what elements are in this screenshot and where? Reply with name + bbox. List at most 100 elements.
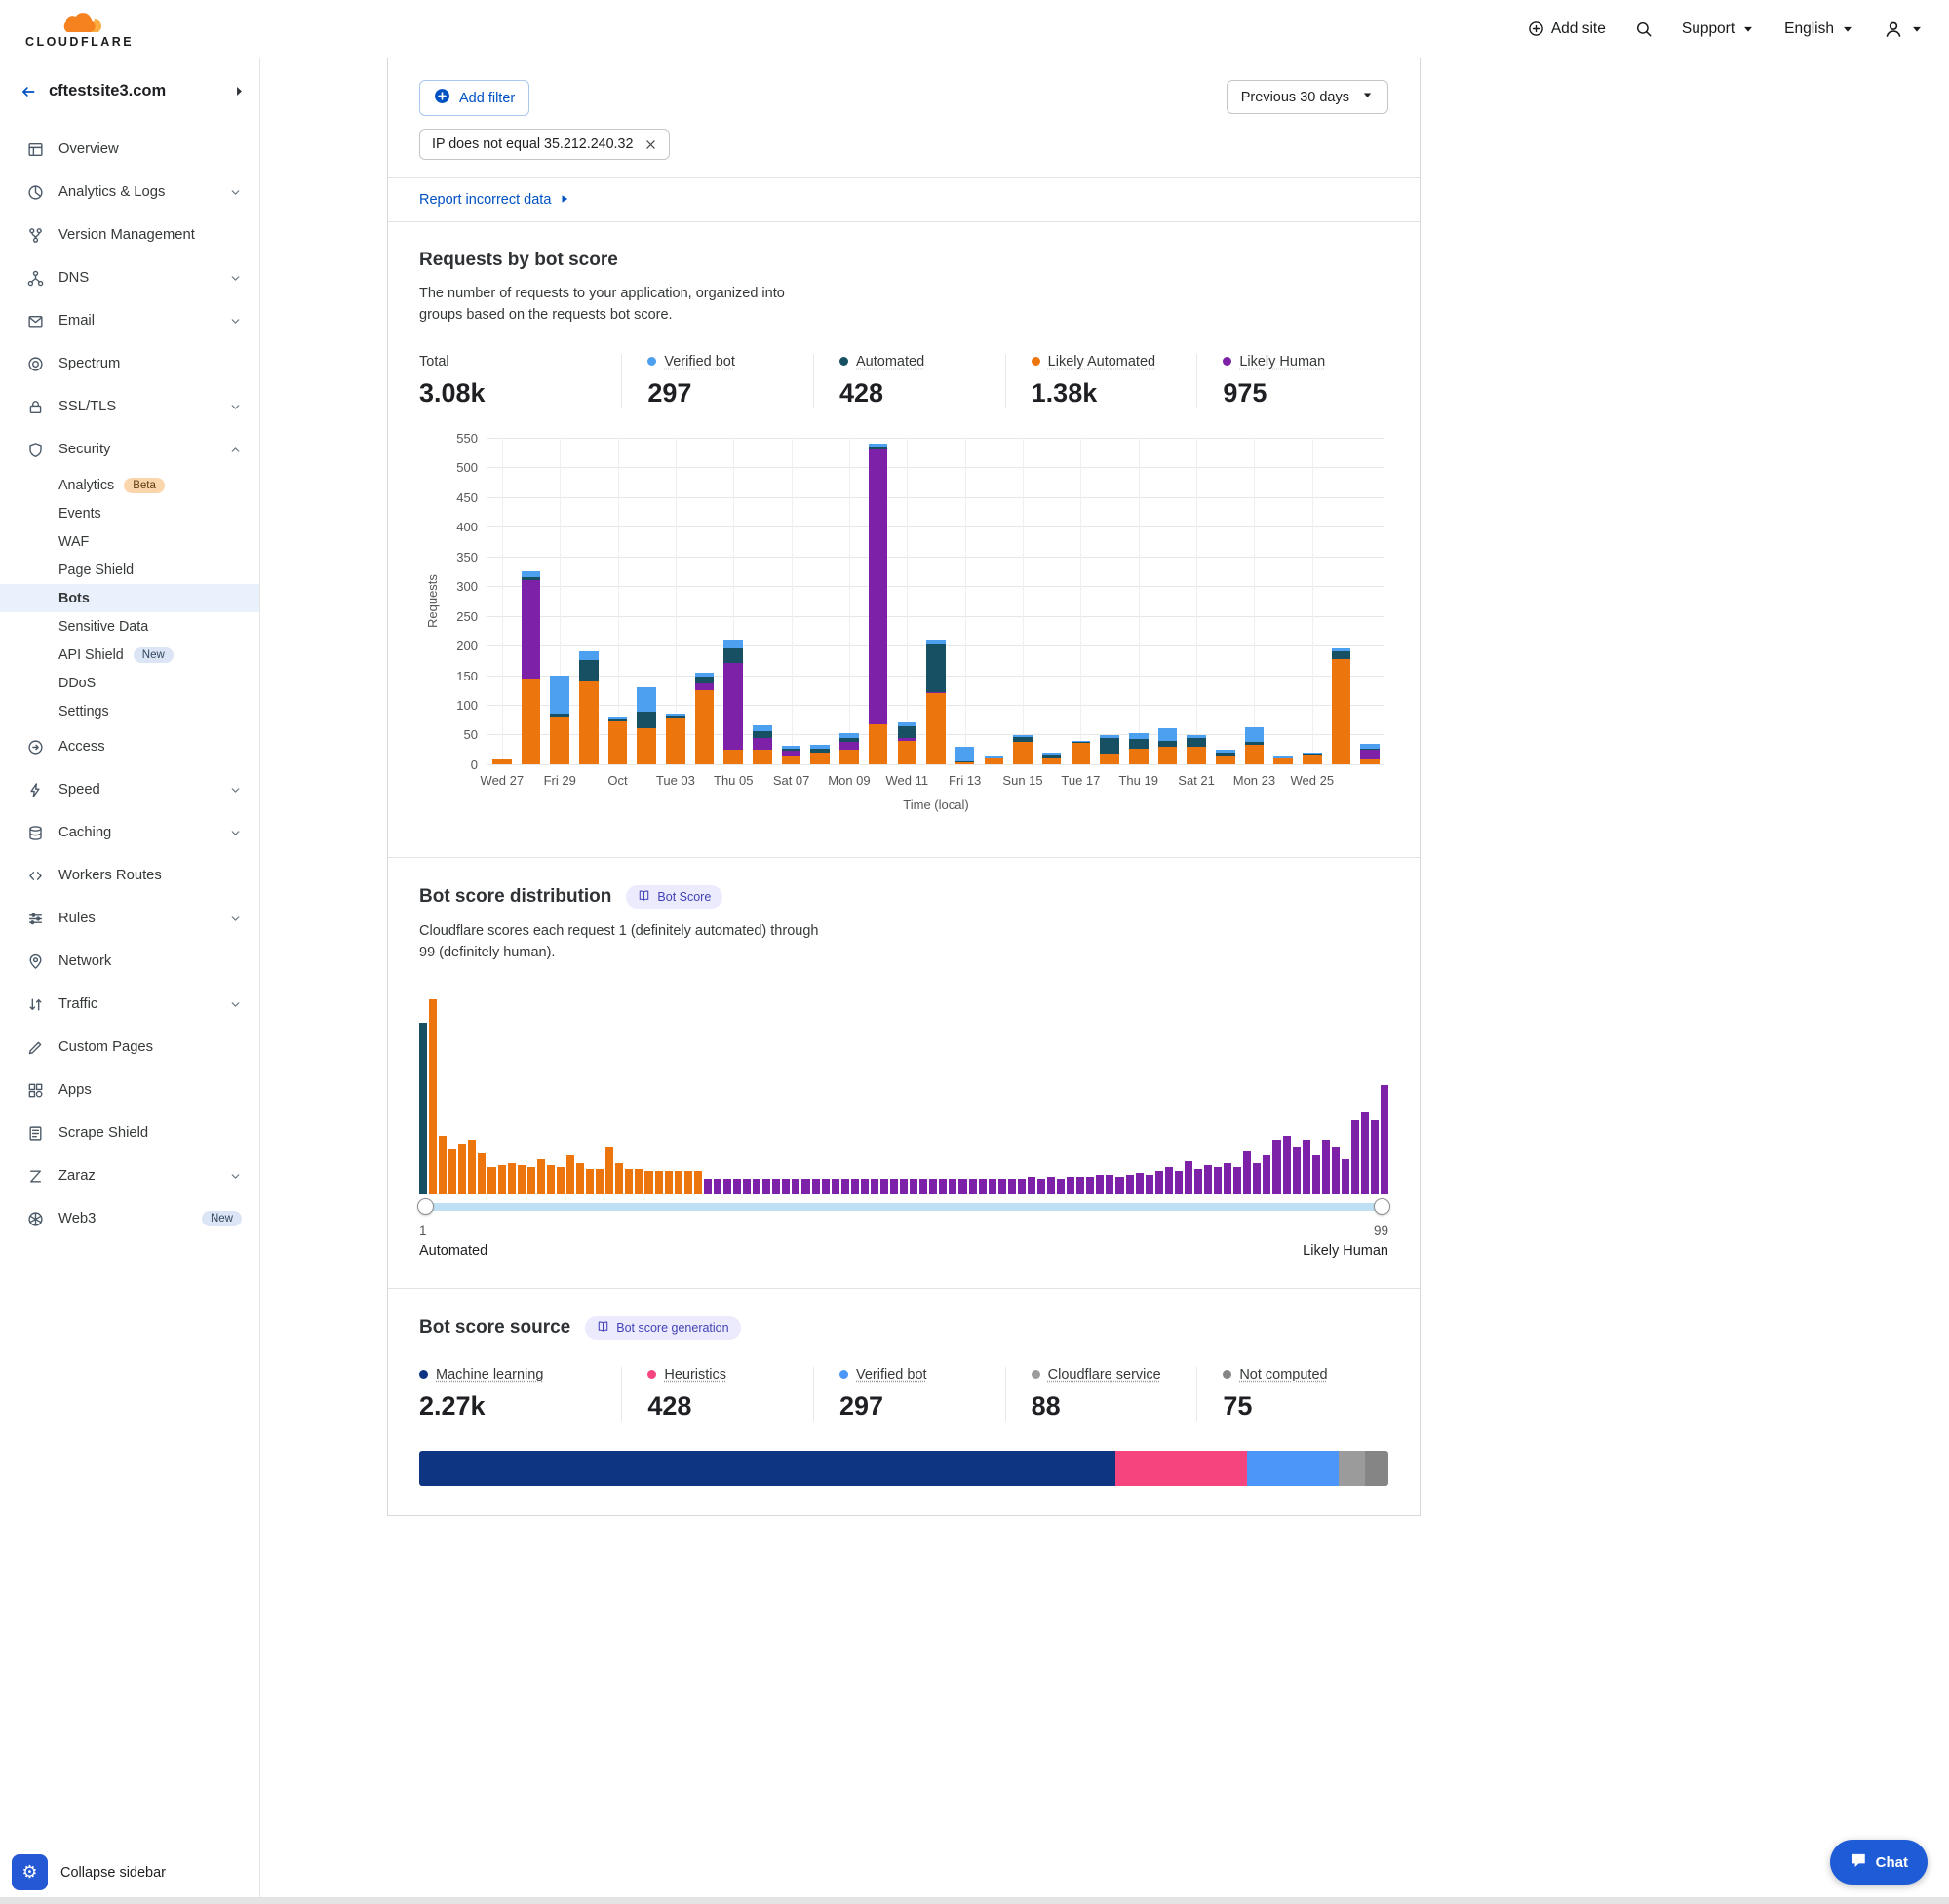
- bar-tue-24[interactable]: [1273, 756, 1293, 764]
- bar-thu-28[interactable]: [522, 571, 541, 764]
- score-range-slider[interactable]: [419, 1198, 1388, 1216]
- bar-thu-26[interactable]: [1332, 648, 1351, 764]
- sidebar-item-analytics-logs[interactable]: Analytics & Logs: [0, 171, 259, 214]
- sidebar-item-email[interactable]: Email: [0, 299, 259, 342]
- hist-bar-score-59: [989, 1179, 996, 1194]
- back-arrow-icon[interactable]: [19, 83, 37, 100]
- bar-mon-16[interactable]: [1042, 753, 1062, 764]
- bar-fri-06[interactable]: [753, 725, 772, 764]
- bar-fri-27[interactable]: [1360, 744, 1380, 764]
- bar-fri-20[interactable]: [1158, 728, 1178, 764]
- bar-tue-10[interactable]: [869, 444, 888, 764]
- sidebar-item-version-management[interactable]: Version Management: [0, 214, 259, 256]
- collapse-sidebar-button[interactable]: Collapse sidebar: [60, 1864, 166, 1882]
- stat-label[interactable]: Not computed: [1239, 1367, 1327, 1382]
- bar-sun-22[interactable]: [1216, 750, 1235, 764]
- sidebar-item-caching[interactable]: Caching: [0, 811, 259, 854]
- bar-sat-14[interactable]: [985, 756, 1004, 764]
- bar-mon-23[interactable]: [1245, 727, 1265, 764]
- caching-icon: [27, 825, 45, 841]
- bar-mon-02[interactable]: [637, 687, 656, 764]
- sidebar-item-api-shield[interactable]: API ShieldNew: [0, 641, 259, 669]
- bar-thu-05[interactable]: [723, 640, 743, 764]
- sidebar-item-traffic[interactable]: Traffic: [0, 983, 259, 1026]
- sidebar-item-custom-pages[interactable]: Custom Pages: [0, 1026, 259, 1069]
- bar-tue-17[interactable]: [1072, 741, 1091, 764]
- sidebar-item-dns[interactable]: DNS: [0, 256, 259, 299]
- stat-label[interactable]: Verified bot: [664, 354, 735, 369]
- site-selector[interactable]: cftestsite3.com: [0, 58, 259, 124]
- bar-wed-25[interactable]: [1303, 753, 1322, 764]
- hist-bar-score-46: [861, 1179, 869, 1194]
- bar-wed-04[interactable]: [695, 673, 715, 764]
- bar-fri-29[interactable]: [550, 676, 569, 764]
- bar-fri-13[interactable]: [955, 747, 975, 764]
- bar-wed-27[interactable]: [492, 759, 512, 764]
- bar-segment-automated: [1187, 738, 1206, 747]
- sidebar-item-settings[interactable]: Settings: [0, 697, 259, 725]
- stat-label[interactable]: Verified bot: [856, 1367, 927, 1382]
- stat-label[interactable]: Automated: [856, 354, 924, 369]
- bar-tue-03[interactable]: [666, 714, 685, 764]
- stat-label[interactable]: Likely Automated: [1048, 354, 1155, 369]
- bar-sun-15[interactable]: [1013, 735, 1033, 764]
- sidebar-item-security[interactable]: Security: [0, 428, 259, 471]
- close-icon[interactable]: [644, 138, 657, 151]
- filter-chip[interactable]: IP does not equal 35.212.240.32: [419, 129, 670, 160]
- sidebar-item-ssl-tls[interactable]: SSL/TLS: [0, 385, 259, 428]
- bar-sat-30[interactable]: [579, 651, 599, 764]
- sidebar-item-waf[interactable]: WAF: [0, 527, 259, 556]
- bar-sat-07[interactable]: [782, 746, 801, 764]
- slider-handle-max[interactable]: [1374, 1198, 1390, 1215]
- bot-score-badge[interactable]: Bot Score: [626, 885, 722, 909]
- stat-label[interactable]: Likely Human: [1239, 354, 1325, 369]
- sidebar-item-analytics[interactable]: AnalyticsBeta: [0, 471, 259, 499]
- sidebar-item-sensitive-data[interactable]: Sensitive Data: [0, 612, 259, 641]
- preferences-button[interactable]: ⚙: [12, 1854, 48, 1890]
- sidebar-item-scrape-shield[interactable]: Scrape Shield: [0, 1111, 259, 1154]
- sidebar-item-rules[interactable]: Rules: [0, 897, 259, 940]
- support-menu[interactable]: Support: [1682, 20, 1755, 38]
- sidebar-item-access[interactable]: Access: [0, 725, 259, 768]
- stat-label-row: Verified bot: [839, 1367, 995, 1382]
- sidebar-item-speed[interactable]: Speed: [0, 768, 259, 811]
- slider-track[interactable]: [419, 1203, 1388, 1211]
- stat-label[interactable]: Cloudflare service: [1048, 1367, 1161, 1382]
- legend-dot: [1223, 357, 1231, 366]
- stat-label[interactable]: Machine learning: [436, 1367, 543, 1382]
- language-menu[interactable]: English: [1784, 20, 1854, 38]
- sidebar-item-events[interactable]: Events: [0, 499, 259, 527]
- bar-wed-11[interactable]: [898, 722, 917, 764]
- sidebar-item-overview[interactable]: Overview: [0, 128, 259, 171]
- sidebar-item-bots[interactable]: Bots: [0, 584, 259, 612]
- bar-sun-08[interactable]: [810, 745, 830, 763]
- chat-button[interactable]: Chat: [1830, 1840, 1928, 1885]
- hist-bar-score-73: [1126, 1175, 1134, 1194]
- bar-thu-12[interactable]: [926, 640, 946, 764]
- bar-oct[interactable]: [608, 717, 628, 764]
- date-range-select[interactable]: Previous 30 days: [1227, 80, 1388, 114]
- sidebar-item-network[interactable]: Network: [0, 940, 259, 983]
- bar-sat-21[interactable]: [1187, 735, 1206, 764]
- chevron-right-icon[interactable]: [233, 85, 246, 97]
- sidebar-item-zaraz[interactable]: Zaraz: [0, 1154, 259, 1197]
- report-incorrect-data-link[interactable]: Report incorrect data: [419, 192, 569, 208]
- sidebar-item-page-shield[interactable]: Page Shield: [0, 556, 259, 584]
- add-site-button[interactable]: Add site: [1528, 20, 1606, 38]
- bot-score-generation-badge[interactable]: Bot score generation: [585, 1316, 740, 1340]
- bar-mon-09[interactable]: [839, 733, 859, 764]
- slider-handle-min[interactable]: [417, 1198, 434, 1215]
- sidebar-item-ddos[interactable]: DDoS: [0, 669, 259, 697]
- bar-segment-likely-automated: [1042, 758, 1062, 764]
- search-button[interactable]: [1635, 20, 1653, 38]
- bar-wed-18[interactable]: [1100, 735, 1119, 764]
- sidebar-item-web3[interactable]: Web3New: [0, 1197, 259, 1240]
- sidebar-item-workers-routes[interactable]: Workers Routes: [0, 854, 259, 897]
- account-menu[interactable]: [1884, 19, 1924, 39]
- stat-label[interactable]: Heuristics: [664, 1367, 726, 1382]
- sidebar-item-apps[interactable]: Apps: [0, 1069, 259, 1111]
- bar-thu-19[interactable]: [1129, 733, 1149, 764]
- cloudflare-logo[interactable]: CLOUDFLARE: [25, 10, 134, 49]
- sidebar-item-spectrum[interactable]: Spectrum: [0, 342, 259, 385]
- add-filter-button[interactable]: Add filter: [419, 80, 529, 116]
